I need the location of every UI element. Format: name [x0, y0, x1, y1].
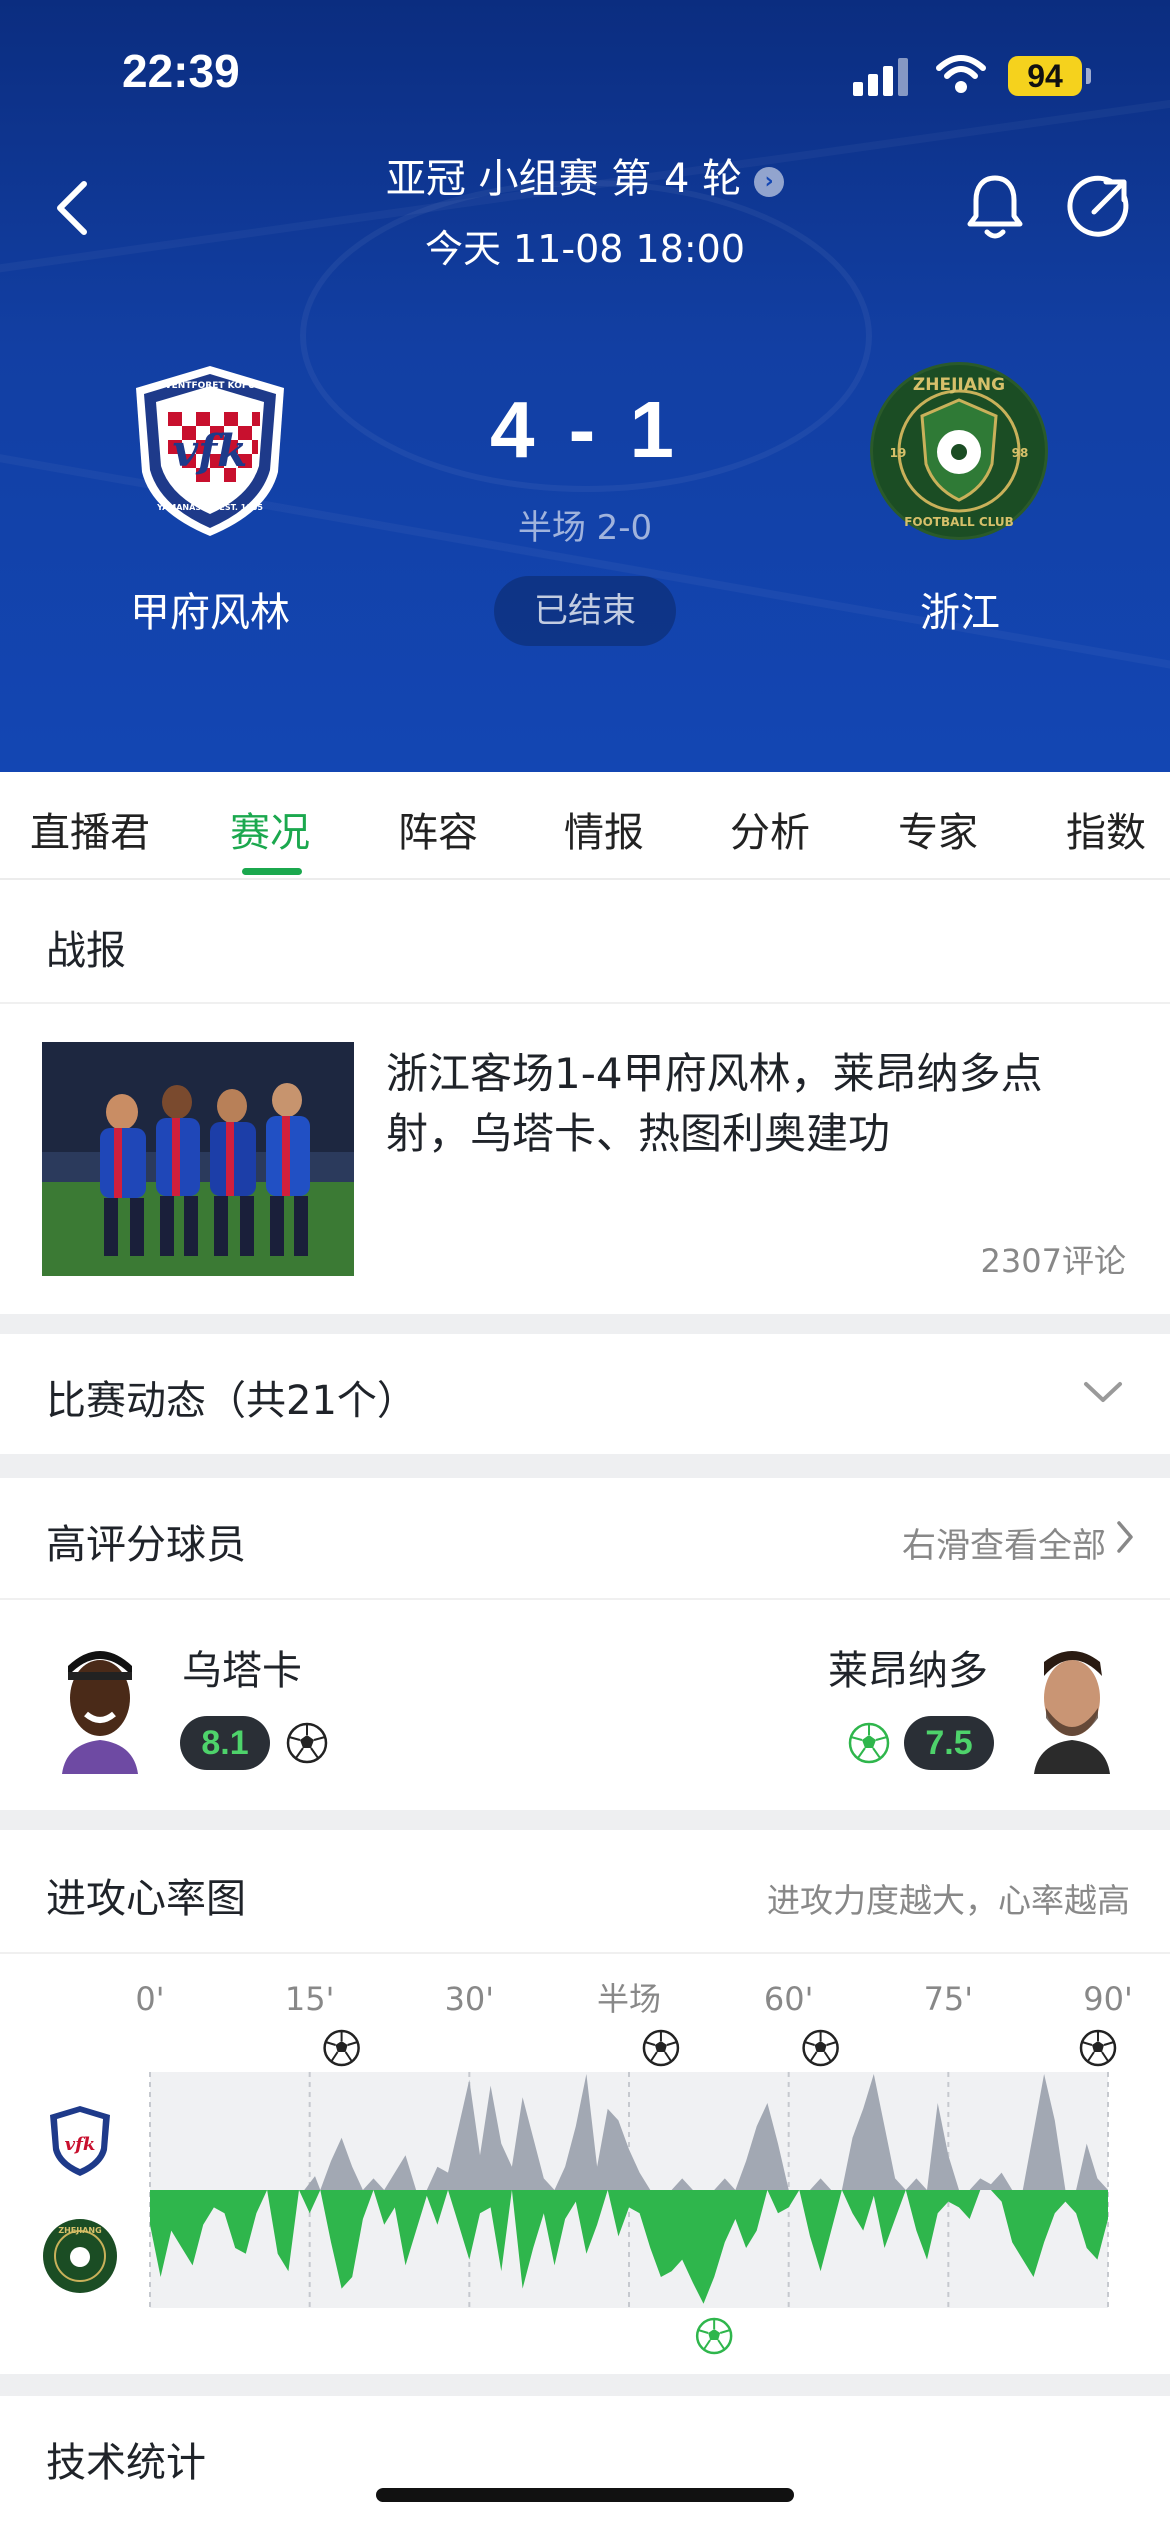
report-section-header: 战报	[0, 880, 1170, 1004]
status-time: 22:39	[122, 45, 240, 97]
tab-experts[interactable]: 专家	[898, 800, 978, 858]
goal-ball-icon	[848, 1722, 890, 1764]
home-indicator	[376, 2488, 794, 2502]
x-tick-label: 30'	[445, 1980, 495, 2018]
attack-chart-header: 进攻心率图 进攻力度越大，心率越高	[0, 1830, 1170, 1954]
goal-ball-icon	[286, 1722, 328, 1764]
section-title: 技术统计	[46, 2440, 206, 2486]
share-icon[interactable]	[1066, 174, 1132, 240]
home-team-name[interactable]: 甲府风林	[110, 580, 310, 638]
match-status-badge: 已结束	[494, 576, 676, 646]
chevron-down-icon[interactable]	[1082, 1378, 1124, 1406]
section-title: 战报	[46, 928, 126, 974]
comment-count: 2307评论	[980, 1242, 1126, 1280]
home-player-name[interactable]: 乌塔卡	[182, 1638, 302, 1696]
final-score: 4 - 1	[489, 385, 681, 474]
chevron-right-icon: ›	[754, 167, 785, 197]
news-item[interactable]: 浙江客场1-4甲府风林，莱昂纳多点射，乌塔卡、热图利奥建功 2307评论	[0, 1004, 1170, 1314]
news-headline[interactable]: 浙江客场1-4甲府风林，莱昂纳多点射，乌塔卡、热图利奥建功	[386, 1044, 1126, 1164]
away-player-avatar[interactable]	[1024, 1636, 1120, 1774]
see-all-link[interactable]: 右滑查看全部	[902, 1518, 1106, 1567]
competition-label: 亚冠 小组赛 第 4 轮	[385, 156, 743, 202]
svg-text:ZHEJIANG: ZHEJIANG	[58, 2226, 101, 2235]
active-tab-indicator	[242, 868, 302, 875]
wifi-icon	[936, 55, 986, 93]
away-player-rating: 7.5	[904, 1716, 994, 1770]
news-thumbnail	[42, 1042, 354, 1276]
cellular-signal-icon	[853, 56, 913, 96]
chart-note: 进攻力度越大，心率越高	[767, 1881, 1130, 1920]
section-title: 高评分球员	[46, 1522, 246, 1568]
away-team-crest-small: ZHEJIANG	[43, 2219, 117, 2293]
home-player-avatar[interactable]	[52, 1636, 148, 1774]
x-tick-label: 75'	[924, 1980, 974, 2018]
tab-intel[interactable]: 情报	[564, 800, 644, 858]
x-tick-label: 0'	[135, 1980, 164, 2018]
tab-overview[interactable]: 赛况	[230, 800, 310, 858]
tab-bar: 直播君 赛况 阵容 情报 分析 专家 指数	[0, 772, 1170, 880]
match-events-toggle[interactable]: 比赛动态（共21个）	[0, 1334, 1170, 1454]
home-goal-marker	[323, 2029, 360, 2067]
halftime-score: 半场 2-0	[517, 508, 653, 548]
away-team-name[interactable]: 浙江	[860, 580, 1060, 638]
home-goal-marker	[802, 2029, 839, 2067]
away-goal-marker	[695, 2317, 733, 2355]
home-team-crest-small: vfk	[50, 2106, 110, 2176]
attack-heart-chart: 0' 15' 30' 半场 60' 75' 90' vfk ZHEJIANG	[43, 1980, 1133, 2355]
battery-tip	[1086, 68, 1091, 84]
status-bar: 22:39 94	[0, 0, 1170, 140]
chevron-right-icon[interactable]	[1116, 1520, 1134, 1554]
top-players-header: 高评分球员 右滑查看全部	[0, 1478, 1170, 1600]
x-tick-label: 15'	[285, 1980, 335, 2018]
away-player-name[interactable]: 莱昂纳多	[828, 1638, 988, 1696]
tech-stats-header[interactable]: 技术统计	[0, 2396, 1170, 2532]
tab-analysis[interactable]: 分析	[730, 800, 810, 858]
attack-chart-card: 0' 15' 30' 半场 60' 75' 90' vfk ZHEJIANG	[0, 1954, 1170, 2374]
tab-live[interactable]: 直播君	[30, 800, 150, 858]
bell-icon[interactable]	[962, 172, 1028, 244]
tab-lineup[interactable]: 阵容	[398, 800, 478, 858]
tab-odds[interactable]: 指数	[1066, 800, 1146, 858]
section-title: 进攻心率图	[46, 1876, 246, 1922]
battery-icon: 94	[1008, 56, 1082, 96]
home-goal-marker	[1079, 2029, 1117, 2067]
x-tick-label: 60'	[764, 1980, 814, 2018]
home-goal-marker	[642, 2029, 680, 2067]
x-tick-label: 90'	[1083, 1980, 1133, 2018]
svg-text:vfk: vfk	[65, 2134, 96, 2155]
home-player-rating: 8.1	[180, 1716, 270, 1770]
top-players-row: 乌塔卡 8.1 莱昂纳多 7.5	[0, 1600, 1170, 1810]
section-title: 比赛动态（共21个）	[46, 1378, 417, 1424]
x-tick-label: 半场	[597, 1980, 661, 2018]
